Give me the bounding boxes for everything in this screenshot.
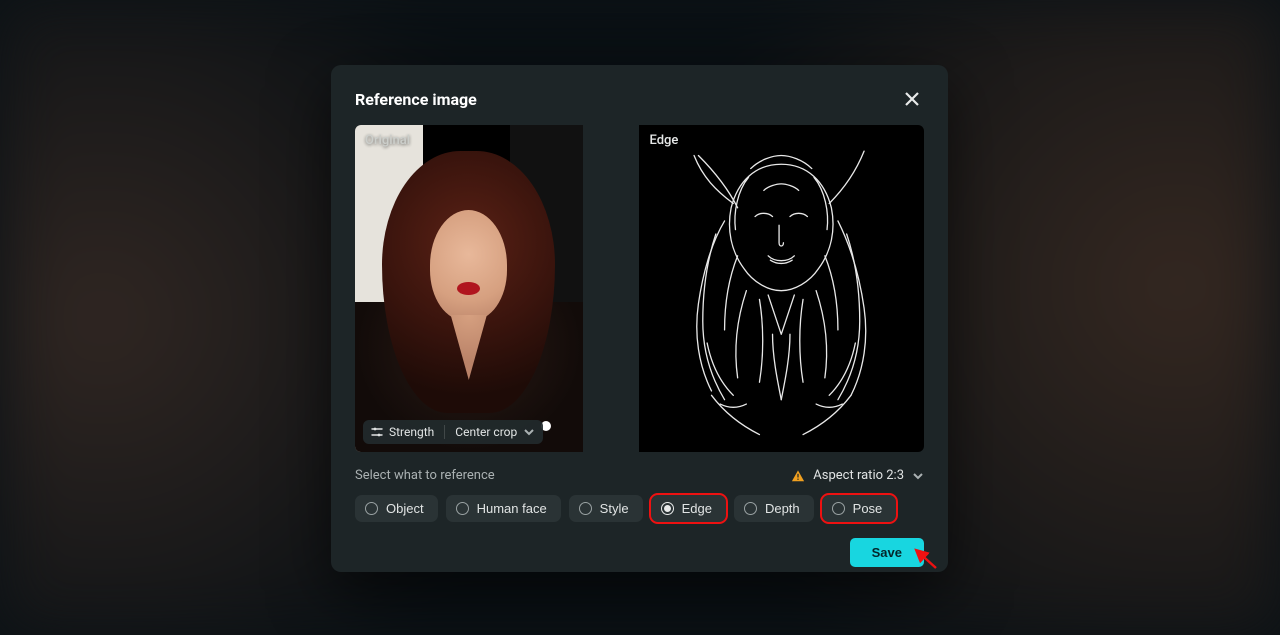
radio-icon: [832, 502, 845, 515]
save-button[interactable]: Save: [850, 538, 924, 567]
chevron-down-icon: [912, 470, 924, 482]
reference-option-human-face[interactable]: Human face: [446, 495, 561, 522]
strength-label: Strength: [389, 425, 434, 439]
edge-result-panel: Edge: [639, 125, 924, 452]
strength-control[interactable]: Strength: [371, 425, 434, 439]
reference-option-depth[interactable]: Depth: [734, 495, 814, 522]
warning-icon: [791, 469, 805, 483]
modal-title: Reference image: [355, 90, 477, 109]
reference-image-modal: Reference image Original: [331, 65, 948, 572]
reference-option-style[interactable]: Style: [569, 495, 643, 522]
reference-option-edge[interactable]: Edge: [651, 495, 726, 522]
aspect-ratio-dropdown[interactable]: Aspect ratio 2:3: [791, 468, 924, 483]
close-icon: [904, 91, 920, 107]
chevron-down-icon: [523, 426, 535, 438]
close-button[interactable]: [900, 87, 924, 111]
result-label: Edge: [649, 133, 678, 148]
modal-footer: Save: [331, 522, 948, 567]
image-overlay-controls: Strength Center crop: [363, 420, 543, 444]
crop-mode-label: Center crop: [455, 425, 517, 439]
radio-icon: [365, 502, 378, 515]
radio-icon: [661, 502, 674, 515]
modal-header: Reference image: [331, 65, 948, 125]
original-image: [355, 125, 583, 452]
reference-option-label: Depth: [765, 501, 800, 516]
separator: [444, 425, 445, 439]
radio-icon: [456, 502, 469, 515]
reference-section-header: Select what to reference Aspect ratio 2:…: [331, 452, 948, 489]
original-label: Original: [365, 133, 410, 148]
sliders-icon: [371, 426, 383, 438]
image-comparison-row: Original Strength: [331, 125, 948, 452]
original-image-panel: Original Strength: [355, 125, 583, 452]
aspect-ratio-label: Aspect ratio 2:3: [813, 468, 904, 483]
reference-option-label: Human face: [477, 501, 547, 516]
reference-option-label: Object: [386, 501, 424, 516]
reference-option-pose[interactable]: Pose: [822, 495, 897, 522]
reference-option-label: Edge: [682, 501, 712, 516]
reference-option-label: Style: [600, 501, 629, 516]
reference-options-row: Object Human face Style Edge Depth Pose: [331, 489, 948, 522]
reference-option-object[interactable]: Object: [355, 495, 438, 522]
select-reference-label: Select what to reference: [355, 468, 495, 483]
radio-icon: [744, 502, 757, 515]
edge-detection-image: [639, 125, 924, 452]
radio-icon: [579, 502, 592, 515]
reference-option-label: Pose: [853, 501, 883, 516]
crop-mode-dropdown[interactable]: Center crop: [455, 425, 535, 439]
